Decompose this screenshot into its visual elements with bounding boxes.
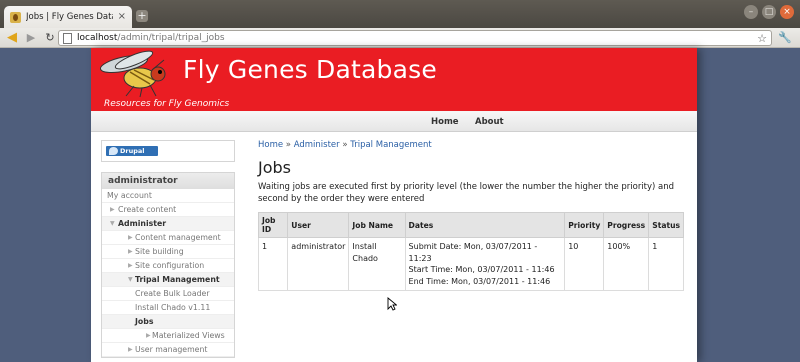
end-time: End Time: Mon, 03/07/2011 - 11:46 bbox=[408, 276, 551, 286]
tab-title: Jobs | Fly Genes Data… bbox=[26, 12, 113, 22]
mouse-cursor-icon bbox=[387, 297, 397, 311]
fly-favicon-icon bbox=[10, 11, 21, 23]
cell-user: administrator bbox=[287, 237, 350, 291]
drupal-badge[interactable]: Drupal bbox=[106, 146, 158, 156]
sidebar-item-jobs[interactable]: Jobs bbox=[102, 315, 234, 329]
site-header: Fly Genes Database Resources for Fly Gen… bbox=[91, 48, 697, 111]
sidebar-item-site-building[interactable]: ▶ Site building bbox=[102, 245, 234, 259]
sidebar-item-create-content[interactable]: ▶ Create content bbox=[102, 203, 234, 217]
wrench-icon[interactable]: 🔧 bbox=[778, 31, 792, 44]
sidebar-item-label: Site building bbox=[135, 247, 184, 256]
sidebar-item-label: Create Bulk Loader bbox=[135, 289, 210, 298]
page-icon bbox=[63, 32, 72, 44]
nav-home-link[interactable]: Home bbox=[431, 117, 459, 127]
collapsed-arrow-icon: ▶ bbox=[128, 234, 133, 241]
expanded-arrow-icon: ▼ bbox=[110, 220, 115, 227]
close-window-icon[interactable]: × bbox=[780, 5, 794, 19]
url-path: /admin/tripal/tripal_jobs bbox=[117, 33, 225, 43]
cell-job-name: Install Chado bbox=[348, 237, 406, 291]
breadcrumb: Home » Administer » Tripal Management bbox=[258, 140, 688, 150]
sidebar-item-label: My account bbox=[107, 191, 152, 200]
drupal-drop-icon bbox=[109, 147, 118, 155]
cell-progress: 100% bbox=[603, 237, 650, 291]
sidebar-item-label: Create content bbox=[118, 205, 177, 214]
sidebar: Drupal administrator My account ▶ Create c… bbox=[101, 140, 235, 358]
sidebar-item-create-bulk-loader[interactable]: Create Bulk Loader bbox=[102, 287, 234, 301]
cell-status: 1 bbox=[648, 237, 684, 291]
drupal-badge-label: Drupal bbox=[120, 147, 145, 155]
expanded-arrow-icon: ▼ bbox=[128, 276, 133, 283]
browser-tab[interactable]: Jobs | Fly Genes Data… × bbox=[4, 6, 132, 28]
sidebar-item-label: Jobs bbox=[135, 317, 154, 326]
sidebar-item-label: User management bbox=[135, 345, 208, 354]
sidebar-item-label: Install Chado v1.11 bbox=[135, 303, 211, 312]
tab-close-icon[interactable]: × bbox=[118, 12, 126, 22]
minimize-icon[interactable]: – bbox=[744, 5, 758, 19]
sidebar-item-label: Materialized Views bbox=[152, 331, 225, 340]
breadcrumb-administer[interactable]: Administer bbox=[294, 140, 340, 150]
tab-strip: Jobs | Fly Genes Data… × + – □ × bbox=[0, 0, 800, 28]
submit-date: Submit Date: Mon, 03/07/2011 - 11:23 bbox=[408, 242, 538, 263]
breadcrumb-home[interactable]: Home bbox=[258, 140, 283, 150]
back-arrow-icon[interactable]: ◀ bbox=[5, 30, 19, 45]
forward-arrow-icon[interactable]: ▶ bbox=[24, 31, 38, 45]
collapsed-arrow-icon: ▶ bbox=[128, 262, 133, 269]
site-slogan: Resources for Fly Genomics bbox=[104, 99, 230, 109]
col-status: Status bbox=[648, 212, 684, 238]
powered-by-block: Drupal bbox=[101, 140, 235, 162]
page-description: Waiting jobs are executed first by prior… bbox=[258, 182, 675, 204]
main-content: Home » Administer » Tripal Management Jo… bbox=[257, 140, 688, 291]
col-job-name: Job Name bbox=[348, 212, 406, 238]
cell-job-id: 1 bbox=[257, 237, 289, 291]
sidebar-item-materialized-views[interactable]: ▶ Materialized Views bbox=[102, 329, 234, 343]
col-job-id: Job ID bbox=[257, 212, 289, 238]
sidebar-item-content-management[interactable]: ▶ Content management bbox=[102, 231, 234, 245]
sidebar-item-user-management[interactable]: ▶ User management bbox=[102, 343, 234, 357]
reload-icon[interactable]: ↻ bbox=[43, 31, 57, 45]
collapsed-arrow-icon: ▶ bbox=[128, 248, 133, 255]
sidebar-item-label: Tripal Management bbox=[135, 275, 220, 284]
start-time: Start Time: Mon, 03/07/2011 - 11:46 bbox=[408, 265, 555, 274]
col-priority: Priority bbox=[564, 212, 605, 238]
page-title: Jobs bbox=[258, 158, 291, 177]
sidebar-item-my-account[interactable]: My account bbox=[102, 189, 234, 203]
cell-priority: 10 bbox=[564, 237, 605, 291]
sidebar-item-administer[interactable]: ▼ Administer bbox=[102, 217, 234, 231]
collapsed-arrow-icon: ▶ bbox=[128, 346, 133, 353]
sidebar-item-install-chado-v1-11[interactable]: Install Chado v1.11 bbox=[102, 301, 234, 315]
col-dates: Dates bbox=[404, 212, 566, 238]
collapsed-arrow-icon: ▶ bbox=[146, 332, 151, 339]
sidebar-item-label: Administer bbox=[118, 219, 167, 228]
maximize-icon[interactable]: □ bbox=[762, 5, 776, 19]
primary-nav: Home About bbox=[91, 111, 697, 132]
sidebar-item-tripal-management[interactable]: ▼ Tripal Management bbox=[102, 273, 234, 287]
site-name[interactable]: Fly Genes Database bbox=[183, 55, 437, 84]
user-block-title: administrator bbox=[102, 173, 234, 189]
col-user: User bbox=[287, 212, 350, 238]
table-header-row: Job ID User Job Name Dates Priority Prog… bbox=[257, 212, 684, 238]
user-menu-block: administrator My account ▶ Create content ▼… bbox=[101, 172, 235, 358]
sidebar-item-label: Site configuration bbox=[135, 261, 205, 270]
fly-logo-icon[interactable] bbox=[94, 50, 179, 98]
breadcrumb-tripal-management[interactable]: Tripal Management bbox=[350, 140, 431, 150]
sidebar-item-label: Content management bbox=[135, 233, 221, 242]
cell-dates: Submit Date: Mon, 03/07/2011 - 11:23 Sta… bbox=[404, 237, 566, 291]
nav-about-link[interactable]: About bbox=[475, 117, 504, 127]
address-bar[interactable]: localhost/admin/tripal/tripal_jobs ☆ bbox=[58, 30, 772, 46]
browser-toolbar: ◀ ▶ ↻ localhost/admin/tripal/tripal_jobs… bbox=[0, 28, 800, 48]
web-page: Fly Genes Database Resources for Fly Gen… bbox=[91, 48, 697, 362]
user-menu: My account ▶ Create content ▼ Administer ▶ Con… bbox=[102, 189, 234, 357]
bookmark-star-icon[interactable]: ☆ bbox=[757, 32, 767, 45]
url-host: localhost bbox=[77, 33, 118, 43]
window-controls: – □ × bbox=[744, 5, 794, 19]
collapsed-arrow-icon: ▶ bbox=[110, 206, 115, 213]
table-row: 1 administrator Install Chado Submit Dat… bbox=[257, 237, 684, 291]
breadcrumb-separator: » bbox=[339, 140, 351, 150]
new-tab-button[interactable]: + bbox=[136, 10, 148, 22]
sidebar-item-site-configuration[interactable]: ▶ Site configuration bbox=[102, 259, 234, 273]
jobs-table: Job ID User Job Name Dates Priority Prog… bbox=[257, 212, 684, 291]
col-progress: Progress bbox=[603, 212, 650, 238]
breadcrumb-separator: » bbox=[283, 140, 294, 150]
